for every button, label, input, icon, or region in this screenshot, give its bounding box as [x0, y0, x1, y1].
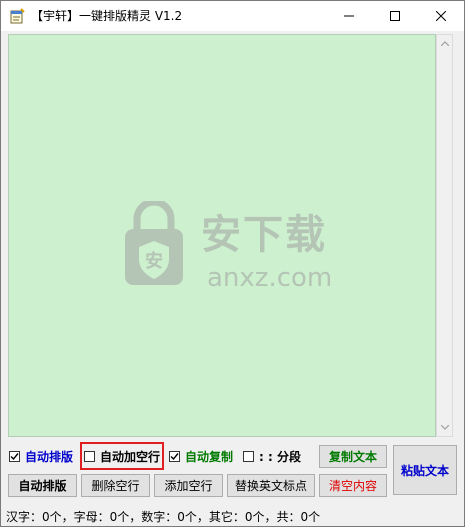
window-title: 【宇轩】一键排版精灵 V1.2 [31, 9, 183, 23]
auto-blank-line-checkbox[interactable]: 自动加空行 [84, 448, 160, 464]
checkbox-box[interactable] [243, 450, 254, 462]
auto-copy-checkbox[interactable]: 自动复制 [169, 448, 233, 464]
replace-english-punctuation-button[interactable]: 替换英文标点 [227, 474, 315, 497]
auto-layout-button[interactable]: 自动排版 [8, 474, 77, 497]
check-icon [170, 452, 179, 460]
paste-text-button[interactable]: 粘贴文本 [393, 445, 457, 495]
close-button[interactable] [418, 1, 464, 31]
close-icon [436, 11, 446, 21]
title-bar: 【宇轩】一键排版精灵 V1.2 [1, 1, 464, 31]
copy-text-button[interactable]: 复制文本 [319, 445, 387, 468]
maximize-button[interactable] [372, 1, 418, 31]
vertical-scrollbar[interactable] [436, 34, 453, 437]
paragraph-label: : : 分段 [259, 449, 301, 464]
status-bar: 汉字：0个，字母：0个，数字：0个，其它：0个，共：0个 [1, 506, 464, 526]
auto-layout-label: 自动排版 [25, 449, 74, 464]
delete-blank-lines-button[interactable]: 删除空行 [81, 474, 150, 497]
add-blank-lines-button[interactable]: 添加空行 [154, 474, 223, 497]
clear-content-button[interactable]: 清空内容 [319, 474, 387, 497]
notepad-icon [9, 8, 25, 24]
status-text: 汉字：0个，字母：0个，数字：0个，其它：0个，共：0个 [6, 509, 321, 524]
text-editor[interactable] [8, 34, 436, 437]
auto-copy-label: 自动复制 [185, 449, 234, 464]
scroll-up-arrow-icon[interactable] [437, 35, 452, 52]
maximize-icon [390, 11, 400, 21]
paragraph-checkbox[interactable]: : : 分段 [243, 448, 301, 464]
checkbox-box[interactable] [169, 450, 180, 462]
scroll-down-arrow-icon[interactable] [437, 419, 452, 436]
check-icon [10, 452, 19, 460]
minimize-button[interactable] [326, 1, 372, 31]
auto-blank-line-label: 自动加空行 [100, 449, 161, 464]
minimize-icon [344, 15, 354, 17]
auto-layout-checkbox[interactable]: 自动排版 [9, 448, 73, 464]
checkbox-box[interactable] [84, 450, 95, 462]
app-window: 【宇轩】一键排版精灵 V1.2 安 安下载 anxz.com 自动排版 自动加空… [0, 0, 465, 527]
checkbox-box[interactable] [9, 450, 20, 462]
